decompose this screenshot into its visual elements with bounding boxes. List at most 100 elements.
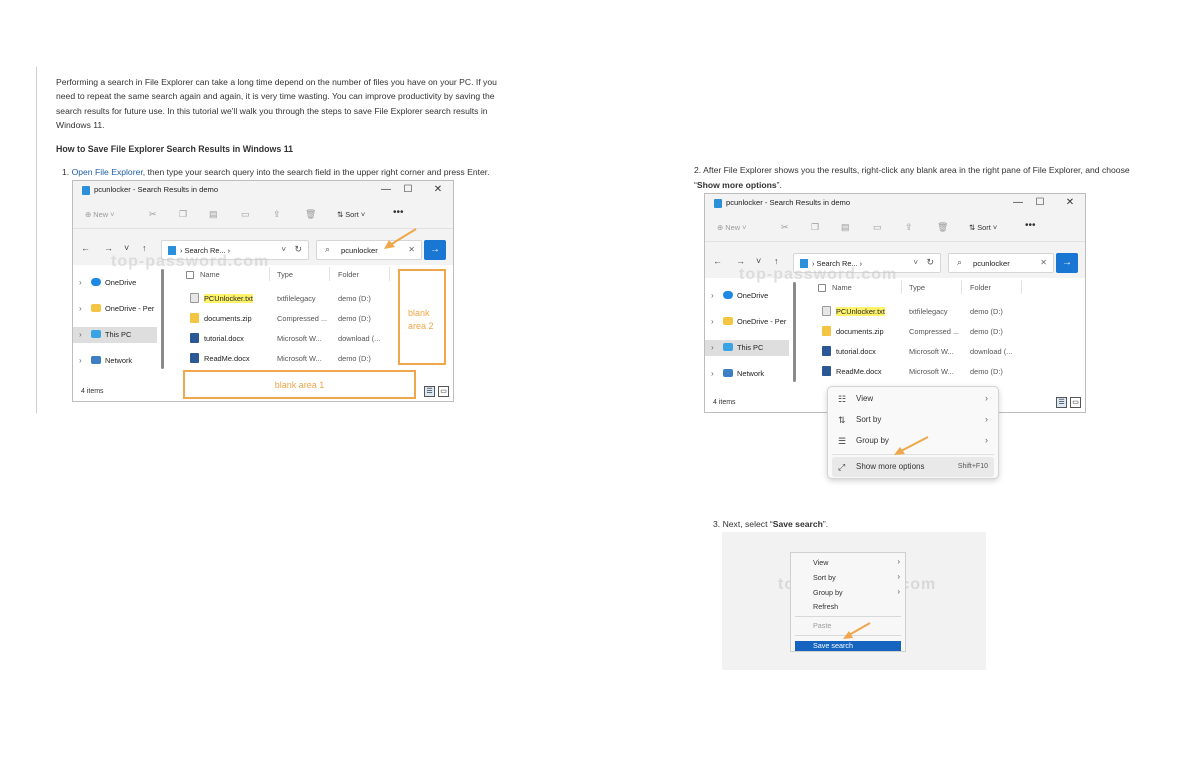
- classic-menu-sort-by[interactable]: Sort by: [813, 573, 836, 582]
- sort-button[interactable]: ⇅ Sort ˅: [337, 210, 365, 219]
- more-options-button[interactable]: •••: [1025, 220, 1036, 231]
- menu-item-show-more-options[interactable]: ⤢ Show more options Shift+F10: [832, 457, 994, 477]
- chevron-right-icon: ›: [711, 291, 714, 300]
- up-button[interactable]: ↑: [774, 256, 779, 266]
- title-bar[interactable]: pcunlocker - Search Results in demo — ☐ …: [73, 181, 453, 200]
- forward-button[interactable]: →: [736, 256, 745, 266]
- open-file-explorer-link[interactable]: Open File Explorer: [72, 167, 143, 177]
- classic-menu-save-search[interactable]: Save search: [795, 641, 901, 651]
- paste-icon[interactable]: ▤: [209, 209, 218, 220]
- explorer-app-icon: [714, 199, 722, 208]
- sidebar-item-network[interactable]: › Network: [73, 353, 157, 369]
- delete-icon[interactable]: 🗑: [937, 222, 948, 233]
- sidebar-item-this-pc[interactable]: › This PC: [705, 340, 789, 356]
- group-icon: ☰: [838, 436, 847, 446]
- cut-icon[interactable]: ✂: [149, 209, 157, 220]
- command-bar: ⊕ New ˅ ✂ ❐ ▤ ▭ ⇪ 🗑 ⇅ Sort ˅ •••: [705, 215, 1085, 242]
- close-button[interactable]: ✕: [431, 183, 445, 197]
- search-go-button[interactable]: →: [1056, 253, 1078, 273]
- maximize-button[interactable]: ☐: [1033, 196, 1047, 210]
- sidebar-item-onedrive-personal[interactable]: › OneDrive - Per: [73, 301, 157, 317]
- rename-icon[interactable]: ▭: [241, 209, 250, 220]
- clear-search-icon[interactable]: ✕: [1040, 258, 1047, 267]
- step-2-bold: Show more options: [696, 179, 777, 190]
- sidebar-item-network[interactable]: › Network: [705, 366, 789, 382]
- recent-dropdown-button[interactable]: ˅: [756, 256, 761, 266]
- minimize-button[interactable]: —: [1011, 196, 1025, 210]
- file-row[interactable]: ReadMe.docx Microsoft W... demo (D:): [188, 351, 398, 367]
- refresh-icon[interactable]: ↻: [294, 244, 302, 255]
- share-icon[interactable]: ⇪: [905, 222, 913, 233]
- chevron-right-icon: ›: [79, 330, 82, 339]
- forward-button[interactable]: →: [104, 243, 113, 253]
- classic-menu-refresh[interactable]: Refresh: [813, 602, 838, 611]
- address-dropdown-icon[interactable]: ˅: [913, 258, 918, 267]
- file-name: tutorial.docx: [204, 334, 244, 343]
- network-icon: [723, 369, 733, 377]
- file-row[interactable]: tutorial.docx Microsoft W... download (.…: [820, 344, 1030, 360]
- sidebar-scrollbar[interactable]: [793, 282, 796, 382]
- sidebar-item-onedrive[interactable]: › OneDrive: [705, 288, 789, 304]
- classic-menu-group-by[interactable]: Group by: [813, 588, 843, 597]
- column-header-folder[interactable]: Folder: [970, 283, 991, 292]
- recent-dropdown-button[interactable]: ˅: [124, 243, 129, 253]
- tiles-view-icon[interactable]: ▭: [1070, 397, 1081, 408]
- new-button[interactable]: ⊕ New ˅: [85, 210, 114, 219]
- new-button[interactable]: ⊕ New ˅: [717, 223, 746, 232]
- select-all-checkbox[interactable]: [186, 271, 194, 279]
- show-more-options-icon: ⤢: [838, 462, 846, 472]
- more-options-button[interactable]: •••: [393, 207, 404, 218]
- column-header-type[interactable]: Type: [277, 270, 293, 279]
- file-name: documents.zip: [836, 327, 884, 336]
- menu-item-view[interactable]: ☷ View ›: [832, 389, 994, 409]
- back-button[interactable]: ←: [713, 256, 722, 266]
- arrow-to-show-more-options: [894, 436, 929, 455]
- select-all-checkbox[interactable]: [818, 284, 826, 292]
- maximize-button[interactable]: ☐: [401, 183, 415, 197]
- file-row[interactable]: tutorial.docx Microsoft W... download (.…: [188, 331, 398, 347]
- file-row[interactable]: documents.zip Compressed ... demo (D:): [820, 324, 1030, 340]
- column-header-name[interactable]: Name: [200, 270, 220, 279]
- sidebar-item-onedrive[interactable]: › OneDrive: [73, 275, 157, 291]
- paste-icon[interactable]: ▤: [841, 222, 850, 233]
- watermark: top-password.com: [111, 253, 270, 270]
- file-row[interactable]: PCUnlocker.txt txtfilelegacy demo (D:): [188, 291, 398, 307]
- chevron-right-icon: ›: [985, 435, 988, 445]
- search-box[interactable]: ⌕ pcunlocker ✕: [948, 253, 1054, 273]
- tiles-view-icon[interactable]: ▭: [438, 386, 449, 397]
- window-title: pcunlocker - Search Results in demo: [726, 198, 851, 207]
- sort-button[interactable]: ⇅ Sort ˅: [969, 223, 997, 232]
- details-view-icon[interactable]: ☰: [1056, 397, 1067, 408]
- classic-context-menu-screenshot: top-password.com View › Sort by › Group …: [722, 532, 986, 670]
- share-icon[interactable]: ⇪: [273, 209, 281, 220]
- sidebar-item-this-pc[interactable]: › This PC: [73, 327, 157, 343]
- chevron-right-icon: ›: [897, 572, 900, 581]
- close-button[interactable]: ✕: [1063, 196, 1077, 210]
- minimize-button[interactable]: —: [379, 183, 393, 197]
- column-header-folder[interactable]: Folder: [338, 270, 359, 279]
- search-go-button[interactable]: →: [424, 240, 446, 260]
- up-button[interactable]: ↑: [142, 243, 147, 253]
- back-button[interactable]: ←: [81, 243, 90, 253]
- sidebar-scrollbar[interactable]: [161, 269, 164, 369]
- copy-icon[interactable]: ❐: [811, 222, 819, 233]
- sidebar-item-onedrive-personal[interactable]: › OneDrive - Per: [705, 314, 789, 330]
- details-view-icon[interactable]: ☰: [424, 386, 435, 397]
- title-bar[interactable]: pcunlocker - Search Results in demo — ☐ …: [705, 194, 1085, 213]
- copy-icon[interactable]: ❐: [179, 209, 187, 220]
- menu-item-sort-by[interactable]: ⇅ Sort by ›: [832, 410, 994, 430]
- cut-icon[interactable]: ✂: [781, 222, 789, 233]
- file-row[interactable]: documents.zip Compressed ... demo (D:): [188, 311, 398, 327]
- column-header-type[interactable]: Type: [909, 283, 925, 292]
- file-row[interactable]: ReadMe.docx Microsoft W... demo (D:): [820, 364, 1030, 380]
- zip-folder-icon: [190, 313, 199, 323]
- refresh-icon[interactable]: ↻: [926, 257, 934, 268]
- address-dropdown-icon[interactable]: ˅: [281, 245, 286, 254]
- file-row[interactable]: PCUnlocker.txt txtfilelegacy demo (D:): [820, 304, 1030, 320]
- classic-menu-view[interactable]: View: [813, 558, 828, 567]
- rename-icon[interactable]: ▭: [873, 222, 882, 233]
- column-header-name[interactable]: Name: [832, 283, 852, 292]
- column-separator: [901, 280, 902, 294]
- status-item-count: 4 items: [713, 399, 736, 406]
- delete-icon[interactable]: 🗑: [305, 209, 316, 220]
